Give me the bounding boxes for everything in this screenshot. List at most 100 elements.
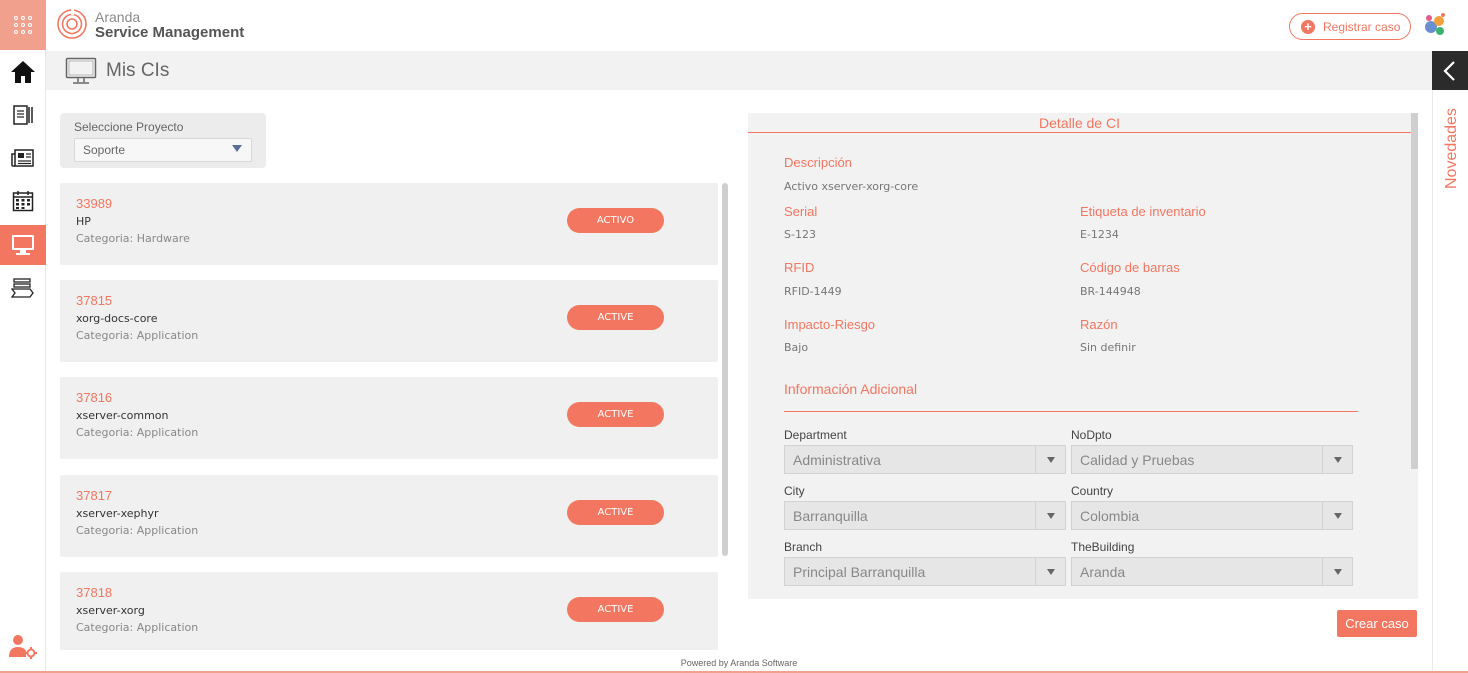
sidebar-item-my-cis[interactable] xyxy=(0,225,46,265)
register-case-label: Registrar caso xyxy=(1323,19,1401,34)
branch-select[interactable]: Principal Barranquilla xyxy=(784,557,1066,586)
caret-down-icon xyxy=(1047,513,1055,519)
status-badge: ACTIVE xyxy=(567,305,664,330)
nodpto-value: Calidad y Pruebas xyxy=(1080,452,1195,468)
select-divider xyxy=(1322,502,1323,529)
building-select[interactable]: Aranda xyxy=(1071,557,1353,586)
brand-name-main: Service Management xyxy=(95,24,245,41)
sidebar-item-calendar[interactable] xyxy=(0,181,46,221)
status-badge: ACTIVE xyxy=(567,500,664,525)
user-settings-icon xyxy=(9,635,37,659)
brand-name-top: Aranda xyxy=(95,9,141,25)
ci-name: xserver-xephyr xyxy=(76,507,159,520)
document-list-icon xyxy=(13,105,33,125)
ci-list-scrollbar[interactable] xyxy=(722,183,728,556)
user-avatar[interactable] xyxy=(1421,12,1447,38)
caret-down-icon xyxy=(1047,457,1055,463)
select-divider xyxy=(1322,558,1323,585)
impact-risk-label: Impacto-Riesgo xyxy=(784,317,876,332)
ci-list-item[interactable]: 37815 xorg-docs-core Categoria: Applicat… xyxy=(60,280,718,362)
description-label: Descripción xyxy=(784,155,852,170)
department-select[interactable]: Administrativa xyxy=(784,445,1066,474)
sidebar-item-user-settings[interactable] xyxy=(0,626,46,666)
project-selector: Seleccione Proyecto Soporte xyxy=(60,113,266,168)
inventory-tag-label: Etiqueta de inventario xyxy=(1080,204,1206,219)
ci-list: 33989 HP Categoria: Hardware ACTIVO 3781… xyxy=(60,183,730,650)
ci-id: 37815 xyxy=(76,293,113,308)
register-case-button[interactable]: + Registrar caso xyxy=(1289,13,1411,40)
calendar-icon xyxy=(12,191,34,212)
inventory-tag-value: E-1234 xyxy=(1080,228,1119,241)
page-title-bar: Mis CIs xyxy=(46,51,1432,90)
ci-category: Categoria: Application xyxy=(76,524,199,537)
department-value: Administrativa xyxy=(793,452,881,468)
ci-name: HP xyxy=(76,215,91,228)
barcode-value: BR-144948 xyxy=(1080,285,1141,298)
novedades-tab[interactable]: Novedades xyxy=(1443,108,1461,198)
project-selector-label: Seleccione Proyecto xyxy=(74,120,184,134)
city-select[interactable]: Barranquilla xyxy=(784,501,1066,530)
caret-down-icon xyxy=(1334,457,1342,463)
country-value: Colombia xyxy=(1080,508,1140,524)
ci-id: 37817 xyxy=(76,488,113,503)
status-badge: ACTIVO xyxy=(567,208,664,233)
city-value: Barranquilla xyxy=(793,508,868,524)
ci-detail-title: Detalle de CI xyxy=(748,113,1411,133)
sidebar-item-cases[interactable] xyxy=(0,95,46,135)
ci-category: Categoria: Application xyxy=(76,621,199,634)
barcode-label: Código de barras xyxy=(1080,260,1180,275)
monitor-icon xyxy=(12,235,34,255)
reason-value: Sin definir xyxy=(1080,341,1136,354)
branch-value: Principal Barranquilla xyxy=(793,564,926,580)
nodpto-select[interactable]: Calidad y Pruebas xyxy=(1071,445,1353,474)
reason-label: Razón xyxy=(1080,317,1118,332)
ci-category: Categoria: Hardware xyxy=(76,232,190,245)
ci-list-item[interactable]: 37818 xserver-xorg Categoria: Applicatio… xyxy=(60,572,718,650)
stack-icon xyxy=(11,278,34,298)
ci-category: Categoria: Application xyxy=(76,329,199,342)
ci-id: 33989 xyxy=(76,196,113,211)
create-case-button[interactable]: Crear caso xyxy=(1337,610,1417,637)
aranda-logo-icon xyxy=(57,9,87,39)
chevron-left-icon xyxy=(1443,60,1455,81)
select-divider xyxy=(1035,502,1036,529)
project-select-value: Soporte xyxy=(83,143,126,157)
ci-list-item[interactable]: 33989 HP Categoria: Hardware ACTIVO xyxy=(60,183,718,265)
ci-list-item[interactable]: 37817 xserver-xephyr Categoria: Applicat… xyxy=(60,475,718,557)
ci-name: xserver-xorg xyxy=(76,604,145,617)
sidebar-item-knowledge[interactable] xyxy=(0,268,46,308)
impact-risk-value: Bajo xyxy=(784,341,809,354)
ci-list-item[interactable]: 37816 xserver-common Categoria: Applicat… xyxy=(60,377,718,459)
home-icon xyxy=(11,61,35,83)
caret-down-icon xyxy=(232,145,242,152)
sidebar-item-news[interactable] xyxy=(0,138,46,178)
ci-name: xorg-docs-core xyxy=(76,312,158,325)
city-label: City xyxy=(784,484,805,498)
sidebar-item-home[interactable] xyxy=(0,52,46,92)
ci-detail-scrollbar[interactable] xyxy=(1411,113,1418,469)
apps-grid-button[interactable] xyxy=(0,0,46,50)
branch-label: Branch xyxy=(784,540,823,554)
serial-value: S-123 xyxy=(784,228,816,241)
description-value: Activo xserver-xorg-core xyxy=(784,180,919,193)
status-badge: ACTIVE xyxy=(567,402,664,427)
apps-grid-icon xyxy=(14,16,32,34)
serial-label: Serial xyxy=(784,204,818,219)
ci-id: 37818 xyxy=(76,585,113,600)
app-root: Aranda Service Management + Registrar ca… xyxy=(0,0,1468,673)
country-select[interactable]: Colombia xyxy=(1071,501,1353,530)
novedades-toggle-button[interactable] xyxy=(1432,51,1468,90)
ci-detail-panel: Detalle de CI Descripción Activo xserver… xyxy=(748,113,1418,599)
sidebar xyxy=(0,0,46,673)
additional-info-divider xyxy=(784,411,1358,412)
caret-down-icon xyxy=(1334,569,1342,575)
nodpto-label: NoDpto xyxy=(1071,428,1112,442)
news-icon xyxy=(11,149,34,167)
country-label: Country xyxy=(1071,484,1114,498)
project-select[interactable]: Soporte xyxy=(74,138,252,162)
plus-circle-icon: + xyxy=(1301,19,1315,34)
ci-category: Categoria: Application xyxy=(76,426,199,439)
select-divider xyxy=(1035,446,1036,473)
status-badge: ACTIVE xyxy=(567,597,664,622)
ci-id: 37816 xyxy=(76,390,113,405)
